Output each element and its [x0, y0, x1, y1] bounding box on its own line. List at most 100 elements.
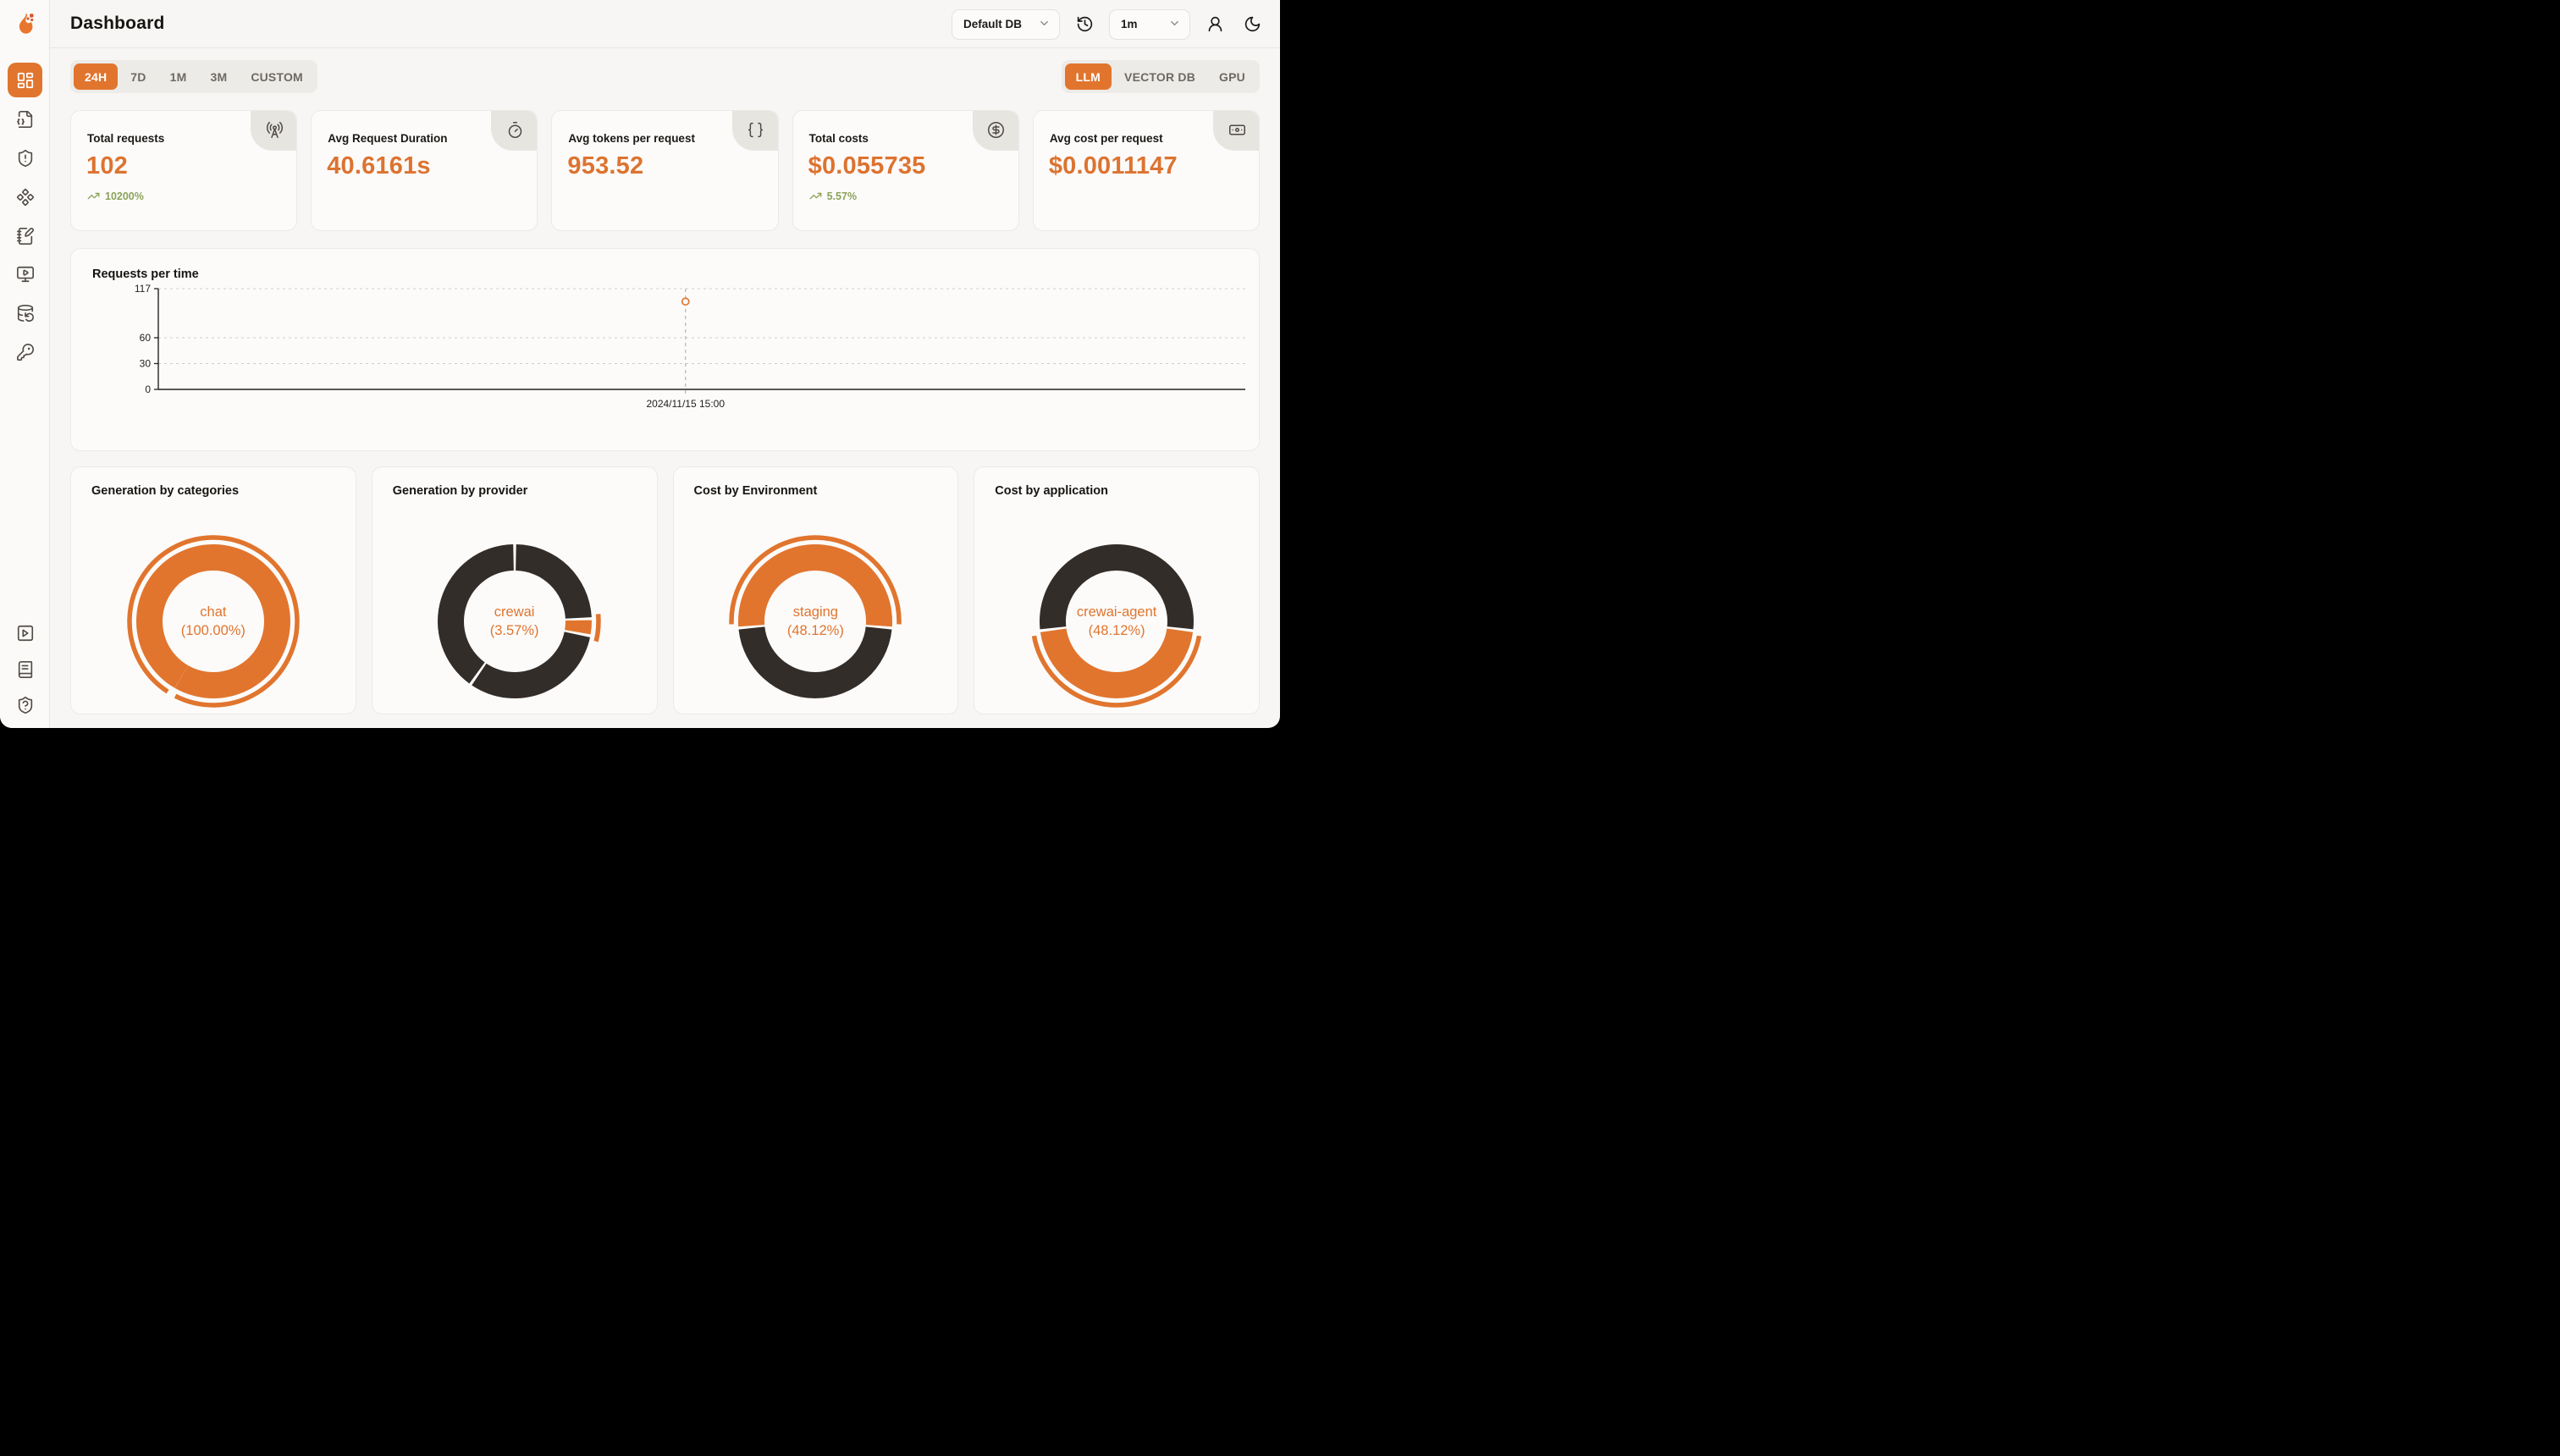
sidebar [0, 0, 50, 728]
monitor-play-icon [16, 265, 35, 284]
donut-card-generation-by-provider: Generation by provider crewai (3.57%) [372, 466, 658, 714]
donut-chart: staging (48.12%) [727, 533, 903, 709]
sidebar-item-api-keys[interactable] [8, 334, 42, 369]
sidebar-item-alerts[interactable] [8, 141, 42, 175]
history-icon [1076, 15, 1094, 33]
chevron-down-icon [1038, 17, 1051, 32]
layout-dashboard-icon [16, 71, 35, 90]
donut-card-cost-by-application: Cost by application crewai-agent (48.12%… [974, 466, 1260, 714]
requests-per-time-card: Requests per time 030601172024/11/15 15:… [70, 248, 1260, 451]
scatter-point[interactable] [682, 298, 689, 305]
trending-up-icon [809, 190, 822, 202]
donut-cards-row: Generation by categories chat (100.00%) … [70, 466, 1260, 714]
donut-ring[interactable] [125, 533, 301, 709]
chevron-down-icon [1168, 17, 1181, 32]
donut-chart: crewai-agent (48.12%) [1029, 533, 1205, 709]
shield-alert-icon [16, 149, 35, 168]
donut-card-generation-by-categories: Generation by categories chat (100.00%) [70, 466, 356, 714]
account-button[interactable] [1202, 12, 1228, 37]
tab-7d[interactable]: 7D [119, 63, 157, 90]
svg-text:30: 30 [140, 357, 152, 369]
sidebar-item-dashboard[interactable] [8, 63, 42, 97]
stat-value: 102 [86, 152, 128, 180]
tab-llm[interactable]: LLM [1065, 63, 1112, 90]
timer-icon [506, 121, 524, 139]
svg-text:0: 0 [145, 383, 151, 395]
stat-value: $0.055735 [808, 152, 926, 180]
stat-card-avg-tokens: Avg tokens per request 953.52 [551, 110, 778, 231]
stat-value: $0.0011147 [1049, 152, 1178, 180]
main-content: 24H 7D 1M 3M CUSTOM LLM VECTOR DB GPU [50, 48, 1280, 728]
stat-icon-badge [732, 111, 778, 151]
time-range-tabs: 24H 7D 1M 3M CUSTOM [70, 60, 317, 93]
donut-ring[interactable] [1029, 533, 1205, 709]
refresh-history-button[interactable] [1072, 12, 1097, 37]
sidebar-item-traces[interactable] [8, 102, 42, 136]
component-diamonds-icon [16, 188, 35, 207]
key-icon [16, 343, 35, 361]
moon-icon [1244, 15, 1261, 33]
braces-icon [747, 121, 764, 139]
donut-title: Generation by categories [91, 484, 239, 498]
tab-gpu[interactable]: GPU [1208, 63, 1256, 90]
database-selector-value: Default DB [963, 18, 1022, 30]
stat-icon-badge [973, 111, 1018, 151]
stat-icon-badge [1213, 111, 1259, 151]
tab-1m[interactable]: 1M [159, 63, 198, 90]
stat-value: 953.52 [567, 152, 643, 180]
user-icon [1206, 15, 1224, 33]
stat-label: Avg Request Duration [328, 132, 447, 145]
donut-title: Cost by application [995, 484, 1108, 498]
donut-title: Cost by Environment [694, 484, 818, 498]
flame-logo[interactable] [0, 8, 50, 39]
svg-text:60: 60 [140, 332, 152, 344]
file-json-icon [16, 110, 35, 129]
interval-selector[interactable]: 1m [1109, 9, 1190, 40]
stat-card-avg-cost: Avg cost per request $0.0011147 [1033, 110, 1260, 231]
stat-icon-badge [251, 111, 296, 151]
donut-ring[interactable] [727, 533, 903, 709]
stat-cards-row: Total requests 102 10200% Avg Request Du… [70, 110, 1260, 231]
header: Dashboard Default DB 1m [50, 0, 1280, 48]
sidebar-item-tutorials[interactable] [8, 615, 42, 650]
sidebar-item-integrations[interactable] [8, 179, 42, 214]
donut-title: Generation by provider [393, 484, 528, 498]
stat-delta: 5.57% [809, 190, 857, 202]
shield-question-icon [16, 696, 35, 714]
stat-delta: 10200% [87, 190, 144, 202]
app-window: Dashboard Default DB 1m [0, 0, 1280, 728]
stat-card-total-requests: Total requests 102 10200% [70, 110, 297, 231]
stat-value: 40.6161s [327, 152, 431, 180]
stat-card-total-costs: Total costs $0.055735 5.57% [792, 110, 1019, 231]
stat-card-avg-duration: Avg Request Duration 40.6161s [311, 110, 538, 231]
sidebar-item-docs[interactable] [8, 652, 42, 687]
square-play-icon [16, 624, 35, 643]
dark-mode-toggle[interactable] [1239, 12, 1265, 37]
tab-24h[interactable]: 24H [74, 63, 118, 90]
database-selector[interactable]: Default DB [952, 9, 1060, 40]
sidebar-item-datasets[interactable] [8, 295, 42, 330]
tab-3m[interactable]: 3M [199, 63, 238, 90]
stat-delta-value: 5.57% [827, 190, 857, 202]
tab-vector-db[interactable]: VECTOR DB [1113, 63, 1206, 90]
donut-chart: crewai (3.57%) [427, 533, 603, 709]
x-axis-tick-label: 2024/11/15 15:00 [646, 398, 725, 410]
scope-tabs: LLM VECTOR DB GPU [1062, 60, 1260, 93]
stat-label: Total costs [809, 132, 869, 145]
trending-up-icon [87, 190, 100, 202]
stat-icon-badge [491, 111, 537, 151]
radio-tower-icon [266, 121, 284, 139]
donut-card-cost-by-environment: Cost by Environment staging (48.12%) [673, 466, 959, 714]
donut-ring[interactable] [427, 533, 603, 709]
sidebar-item-playground[interactable] [8, 256, 42, 291]
circle-dollar-icon [987, 121, 1005, 139]
stat-label: Total requests [87, 132, 164, 145]
sidebar-item-annotations[interactable] [8, 218, 42, 253]
stat-delta-value: 10200% [105, 190, 144, 202]
requests-per-time-chart[interactable]: 030601172024/11/15 15:00 [71, 249, 1259, 450]
flame-logo-icon [13, 10, 38, 37]
sidebar-item-support[interactable] [8, 687, 42, 722]
tab-custom[interactable]: CUSTOM [240, 63, 314, 90]
notebook-pen-icon [16, 227, 35, 245]
interval-selector-value: 1m [1121, 18, 1138, 30]
